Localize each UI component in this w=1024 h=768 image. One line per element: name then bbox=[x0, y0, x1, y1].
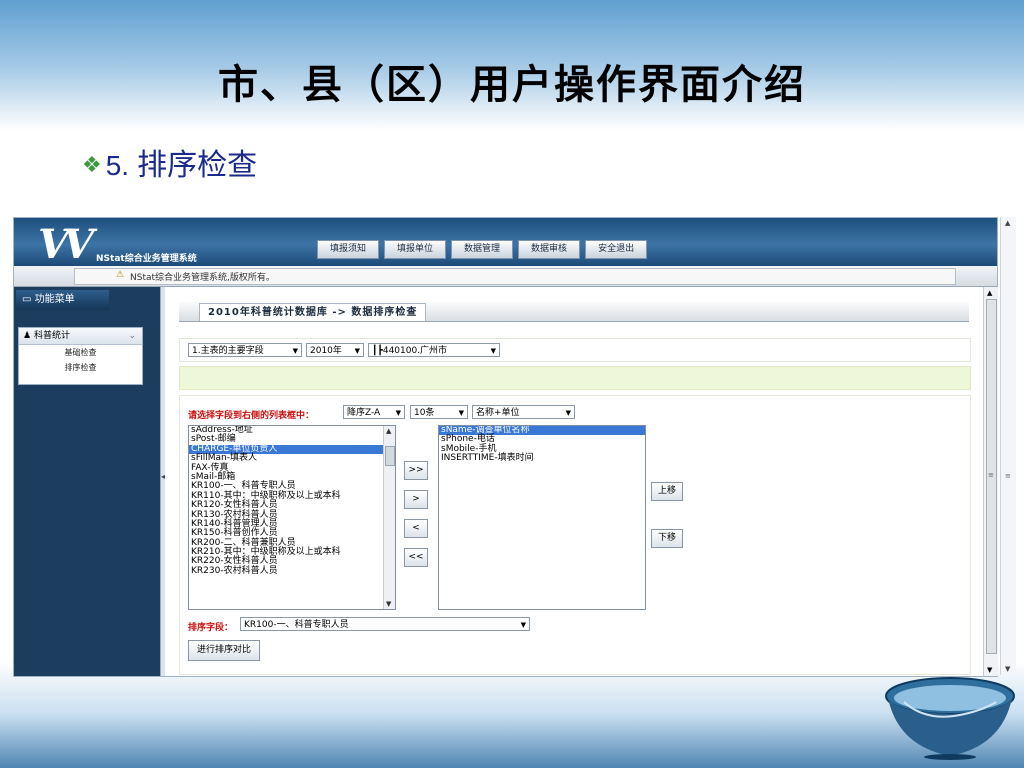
move-left-button[interactable]: < bbox=[404, 519, 428, 538]
scroll-up-icon[interactable]: ▲ bbox=[987, 289, 992, 297]
dropdown-arrow-icon: ▼ bbox=[292, 347, 298, 355]
list-item[interactable]: INSERTTIME-填表时间 bbox=[439, 453, 645, 463]
run-sort-compare-button[interactable]: 进行排序对比 bbox=[188, 640, 261, 661]
year-select[interactable]: 2010年 ▼ bbox=[306, 343, 364, 357]
dropdown-arrow-icon: ▼ bbox=[458, 409, 464, 417]
status-bar: ⚠ NStat综合业务管理系统,版权所有。 bbox=[14, 266, 997, 287]
dropdown-arrow-icon: ▼ bbox=[395, 409, 401, 417]
menu-item-sort-check[interactable]: 排序检查 bbox=[19, 360, 142, 375]
app-window: VV NStat综合业务管理系统 填报须知 填报单位 数据管理 数据审核 安全退… bbox=[13, 217, 998, 677]
list-item[interactable]: KR230-农村科普人员 bbox=[189, 566, 395, 576]
scroll-grip-icon: ≡ bbox=[988, 471, 994, 479]
move-all-left-button[interactable]: << bbox=[404, 548, 428, 567]
scroll-thumb[interactable] bbox=[385, 446, 395, 466]
order-select-value: 降序Z-A bbox=[347, 408, 381, 418]
status-text: NStat综合业务管理系统,版权所有。 bbox=[130, 273, 275, 283]
sidebar-menu: ♟ 科普统计 ⌄ 基础检查 排序检查 bbox=[18, 327, 143, 385]
info-band bbox=[179, 366, 971, 390]
sort-field-select[interactable]: KR100-一、科普专职人员 ▼ bbox=[240, 617, 530, 631]
field-select[interactable]: 1.主表的主要字段 ▼ bbox=[188, 343, 302, 357]
nav-fill-unit[interactable]: 填报单位 bbox=[384, 240, 447, 259]
dropdown-arrow-icon: ▼ bbox=[520, 621, 526, 629]
scroll-down-icon[interactable]: ▼ bbox=[987, 666, 992, 674]
move-right-button[interactable]: > bbox=[404, 490, 428, 509]
move-down-button[interactable]: 下移 bbox=[651, 529, 684, 548]
nav-fill-notice[interactable]: 填报须知 bbox=[317, 240, 380, 259]
window-scrollbar[interactable]: ▲ ≡ ▼ bbox=[1000, 217, 1016, 675]
bullet-diamond-icon: ❖ bbox=[82, 153, 102, 178]
display-select-value: 名称+单位 bbox=[476, 408, 520, 418]
scroll-down-icon[interactable]: ▼ bbox=[1005, 665, 1010, 673]
sort-panel: 请选择字段到右侧的列表框中： 降序Z-A ▼ 10条 ▼ 名称+单位 ▼ sAddre… bbox=[179, 395, 971, 675]
scroll-up-icon[interactable]: ▲ bbox=[386, 427, 391, 435]
app-name: NStat综合业务管理系统 bbox=[96, 254, 197, 264]
dropdown-arrow-icon: ▼ bbox=[565, 409, 571, 417]
region-select[interactable]: ┃┣440100.广州市 ▼ bbox=[368, 343, 500, 357]
content-scrollbar[interactable]: ▲ ≡ ▼ bbox=[983, 287, 998, 676]
region-select-value: ┃┣440100.广州市 bbox=[372, 346, 448, 356]
globe-bowl-decoration bbox=[885, 677, 1015, 760]
logo-icon: VV bbox=[38, 221, 94, 268]
user-icon: ♟ bbox=[23, 331, 32, 341]
sort-field-value: KR100-一、科普专职人员 bbox=[244, 620, 349, 630]
field-select-value: 1.主表的主要字段 bbox=[192, 346, 264, 356]
nav-data-audit[interactable]: 数据审核 bbox=[518, 240, 581, 259]
main-content: 2010年科普统计数据库 -> 数据排序检查 1.主表的主要字段 ▼ 2010年 ▼… bbox=[165, 287, 983, 676]
slide-title: 市、县（区）用户操作界面介绍 bbox=[218, 62, 806, 108]
list-scrollbar[interactable]: ▲ ▼ bbox=[383, 426, 395, 609]
available-fields-list[interactable]: sAddress-地址 sPost-邮编 CHARGE-单位负责人 sFillMan-… bbox=[188, 425, 396, 610]
sidebar-header: ▭ 功能菜单 bbox=[16, 290, 158, 310]
display-select[interactable]: 名称+单位 ▼ bbox=[472, 405, 575, 419]
monitor-icon: ▭ bbox=[22, 294, 32, 305]
dropdown-arrow-icon: ▼ bbox=[354, 347, 360, 355]
dropdown-arrow-icon: ▼ bbox=[490, 347, 496, 355]
field-prompt: 请选择字段到右侧的列表框中： bbox=[188, 411, 315, 421]
count-select[interactable]: 10条 ▼ bbox=[410, 405, 468, 419]
breadcrumb-bar: 2010年科普统计数据库 -> 数据排序检查 bbox=[179, 302, 969, 322]
scroll-grip-icon: ≡ bbox=[1005, 472, 1011, 480]
year-select-value: 2010年 bbox=[310, 346, 342, 356]
sidebar-tab[interactable]: ▭ 功能菜单 bbox=[16, 290, 109, 310]
sidebar: ▭ 功能菜单 ♟ 科普统计 ⌄ 基础检查 排序检查 bbox=[14, 287, 160, 676]
sidebar-title: 功能菜单 bbox=[34, 294, 75, 305]
menu-group-label: 科普统计 bbox=[33, 331, 70, 341]
bullet-text: 排序检查 bbox=[137, 148, 258, 183]
slide-bullet: ❖ 5. 排序检查 bbox=[82, 140, 257, 184]
selected-fields-list[interactable]: sName-调查单位名称 sPhone-电话 sMobile-手机 INSERTTIM… bbox=[438, 425, 646, 610]
chevron-down-icon: ⌄ bbox=[128, 331, 136, 341]
count-select-value: 10条 bbox=[414, 408, 435, 418]
nav-data-manage[interactable]: 数据管理 bbox=[451, 240, 514, 259]
sort-field-label: 排序字段： bbox=[188, 623, 234, 633]
bullet-number: 5. bbox=[105, 150, 130, 181]
menu-item-basic-check[interactable]: 基础检查 bbox=[19, 345, 142, 360]
top-nav: 填报须知 填报单位 数据管理 数据审核 安全退出 bbox=[317, 240, 648, 259]
scroll-down-icon[interactable]: ▼ bbox=[386, 600, 391, 608]
order-select[interactable]: 降序Z-A ▼ bbox=[343, 405, 405, 419]
nav-logout[interactable]: 安全退出 bbox=[585, 240, 648, 259]
menu-group-science-stats[interactable]: ♟ 科普统计 ⌄ bbox=[19, 328, 142, 345]
filter-row: 1.主表的主要字段 ▼ 2010年 ▼ ┃┣440100.广州市 ▼ bbox=[179, 338, 971, 362]
app-header: VV NStat综合业务管理系统 填报须知 填报单位 数据管理 数据审核 安全退… bbox=[14, 218, 997, 268]
move-up-button[interactable]: 上移 bbox=[651, 482, 684, 501]
warning-icon: ⚠ bbox=[116, 270, 125, 280]
breadcrumb: 2010年科普统计数据库 -> 数据排序检查 bbox=[199, 303, 427, 321]
scroll-up-icon[interactable]: ▲ bbox=[1005, 219, 1010, 227]
move-all-right-button[interactable]: >> bbox=[404, 461, 428, 480]
